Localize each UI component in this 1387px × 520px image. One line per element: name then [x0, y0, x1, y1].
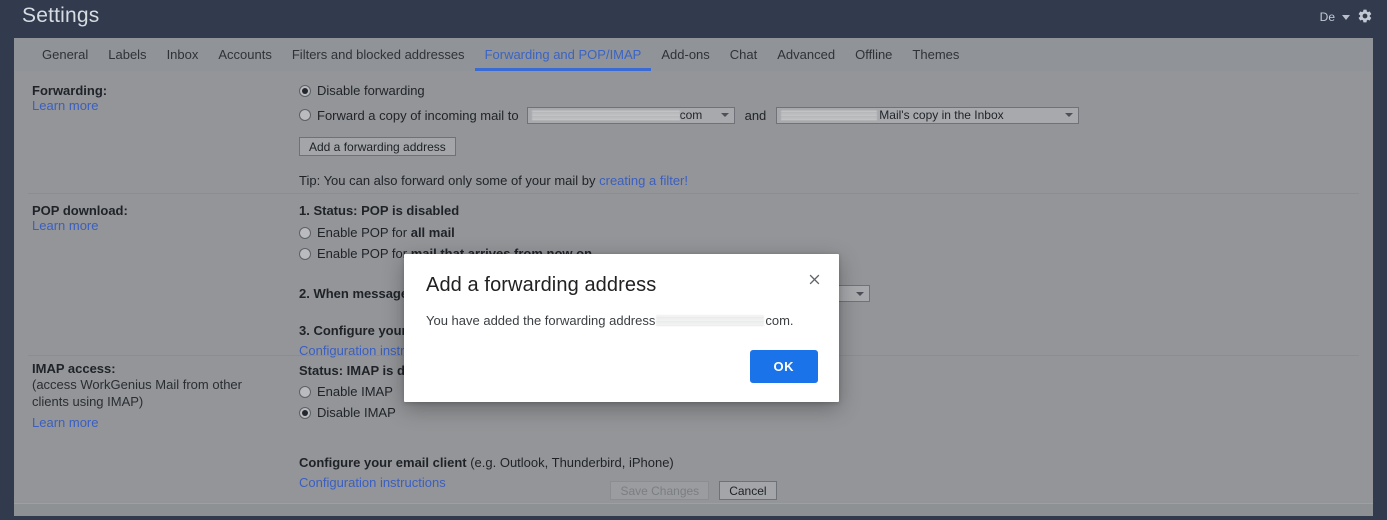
add-forwarding-address-dialog: Add a forwarding address You have added … [404, 254, 839, 402]
redacted-mail-name [781, 109, 878, 121]
ok-button[interactable]: OK [749, 350, 818, 383]
radio-forward-copy[interactable] [299, 109, 311, 121]
tab-general[interactable]: General [32, 38, 98, 71]
imap-disable-row[interactable]: Disable IMAP [299, 403, 1359, 422]
page-title: Settings [22, 4, 100, 27]
section-forwarding: Forwarding: Learn more Disable forwardin… [14, 77, 1373, 192]
add-forwarding-address-button[interactable]: Add a forwarding address [299, 137, 456, 156]
cancel-button[interactable]: Cancel [719, 481, 777, 500]
tab-advanced[interactable]: Advanced [767, 38, 845, 71]
settings-window: Settings De General Labels Inbox Account… [0, 0, 1387, 520]
imap-learn-more-link[interactable]: Learn more [32, 415, 98, 430]
pop-step2-text: 2. When messages [299, 286, 416, 301]
pop-enable-all-prefix: Enable POP for [317, 225, 408, 240]
redacted-address [656, 315, 765, 326]
forwarding-value-column: Disable forwarding Forward a copy of inc… [299, 81, 1359, 188]
imap-configure-row: Configure your email client (e.g. Outloo… [299, 453, 1359, 472]
redacted-address [531, 109, 680, 121]
pop-enable-all-label: Enable POP for all mail [317, 225, 455, 240]
forwarding-address-suffix: com [679, 108, 703, 122]
close-icon[interactable] [803, 268, 825, 290]
tab-filters-and-blocked-addresses[interactable]: Filters and blocked addresses [282, 38, 475, 71]
imap-disable-label: Disable IMAP [317, 405, 396, 420]
forwarding-label: Forwarding: [32, 83, 108, 98]
language-label[interactable]: De [1320, 10, 1335, 24]
chevron-down-icon [720, 113, 729, 117]
save-changes-button[interactable]: Save Changes [610, 481, 710, 500]
chevron-down-icon[interactable] [1342, 14, 1350, 20]
pop-status: 1. Status: POP is disabled [299, 201, 1359, 220]
tab-forwarding-and-pop-imap[interactable]: Forwarding and POP/IMAP [474, 38, 652, 71]
imap-label: IMAP access: [32, 361, 116, 376]
radio-disable-forwarding[interactable] [299, 84, 311, 97]
forwarding-action-value: Mail's copy in the Inbox [879, 108, 1004, 122]
dialog-title: Add a forwarding address [426, 274, 657, 296]
pop-status-text: 1. Status: POP is disabled [299, 203, 460, 218]
disable-forwarding-row[interactable]: Disable forwarding [299, 81, 1359, 100]
radio-disable-imap[interactable] [299, 406, 311, 419]
tab-accounts[interactable]: Accounts [208, 38, 281, 71]
dialog-message-suffix: com. [765, 313, 794, 328]
pop-label: POP download: [32, 203, 128, 218]
title-bar: Settings De [0, 0, 1387, 38]
bottom-bar [14, 503, 1373, 516]
pop-enable-now-prefix: Enable POP for [317, 246, 408, 261]
tab-themes[interactable]: Themes [902, 38, 969, 71]
forwarding-label-column: Forwarding: Learn more [32, 83, 302, 113]
pop-learn-more-link[interactable]: Learn more [32, 218, 98, 233]
forwarding-tip-text: Tip: You can also forward only some of y… [299, 173, 596, 188]
radio-enable-pop-all-mail[interactable] [299, 226, 311, 239]
pop-label-column: POP download: Learn more [32, 203, 302, 233]
forwarding-tip: Tip: You can also forward only some of y… [299, 173, 1359, 188]
creating-a-filter-link[interactable]: creating a filter! [599, 173, 688, 188]
imap-configure-rest: (e.g. Outlook, Thunderbird, iPhone) [470, 455, 674, 470]
tab-add-ons[interactable]: Add-ons [651, 38, 719, 71]
settings-tabbar: General Labels Inbox Accounts Filters an… [14, 38, 1373, 72]
chevron-down-icon [1065, 113, 1074, 117]
forwarding-conjunction: and [744, 107, 767, 123]
divider-forwarding-pop [28, 193, 1359, 194]
forwarding-learn-more-link[interactable]: Learn more [32, 98, 98, 113]
pop-enable-all-bold: all mail [410, 225, 455, 240]
gear-icon[interactable] [1357, 8, 1373, 27]
imap-configure-bold: Configure your email client [299, 455, 467, 470]
forward-copy-row[interactable]: Forward a copy of incoming mail to com a… [299, 105, 1359, 125]
forwarding-address-select[interactable]: com [526, 106, 735, 124]
footer-actions: Save Changes Cancel [14, 481, 1373, 500]
chevron-down-icon [856, 291, 865, 296]
titlebar-controls: De [1320, 6, 1373, 28]
tab-offline[interactable]: Offline [845, 38, 902, 71]
disable-forwarding-label: Disable forwarding [317, 83, 425, 98]
pop-step3-text: 3. Configure your e [299, 323, 418, 338]
tab-inbox[interactable]: Inbox [157, 38, 209, 71]
imap-label-column: IMAP access: (access WorkGenius Mail fro… [32, 361, 302, 430]
tab-chat[interactable]: Chat [720, 38, 767, 71]
radio-enable-pop-from-now-on[interactable] [299, 247, 311, 260]
forward-copy-label: Forward a copy of incoming mail to [317, 107, 519, 123]
dialog-message: You have added the forwarding address com… [426, 313, 816, 328]
pop-enable-all-row[interactable]: Enable POP for all mail [299, 223, 1359, 242]
imap-status-text: Status: IMAP is dis [299, 363, 416, 378]
forwarding-action-select[interactable]: Mail's copy in the Inbox [776, 106, 1080, 124]
radio-enable-imap[interactable] [299, 385, 311, 398]
imap-enable-label: Enable IMAP [317, 384, 393, 399]
imap-configure-label: Configure your email client (e.g. Outloo… [299, 455, 674, 470]
imap-description: (access WorkGenius Mail from other clien… [32, 377, 242, 409]
tab-list: General Labels Inbox Accounts Filters an… [32, 38, 969, 71]
tab-labels[interactable]: Labels [98, 38, 156, 71]
dialog-message-prefix: You have added the forwarding address [426, 313, 656, 328]
